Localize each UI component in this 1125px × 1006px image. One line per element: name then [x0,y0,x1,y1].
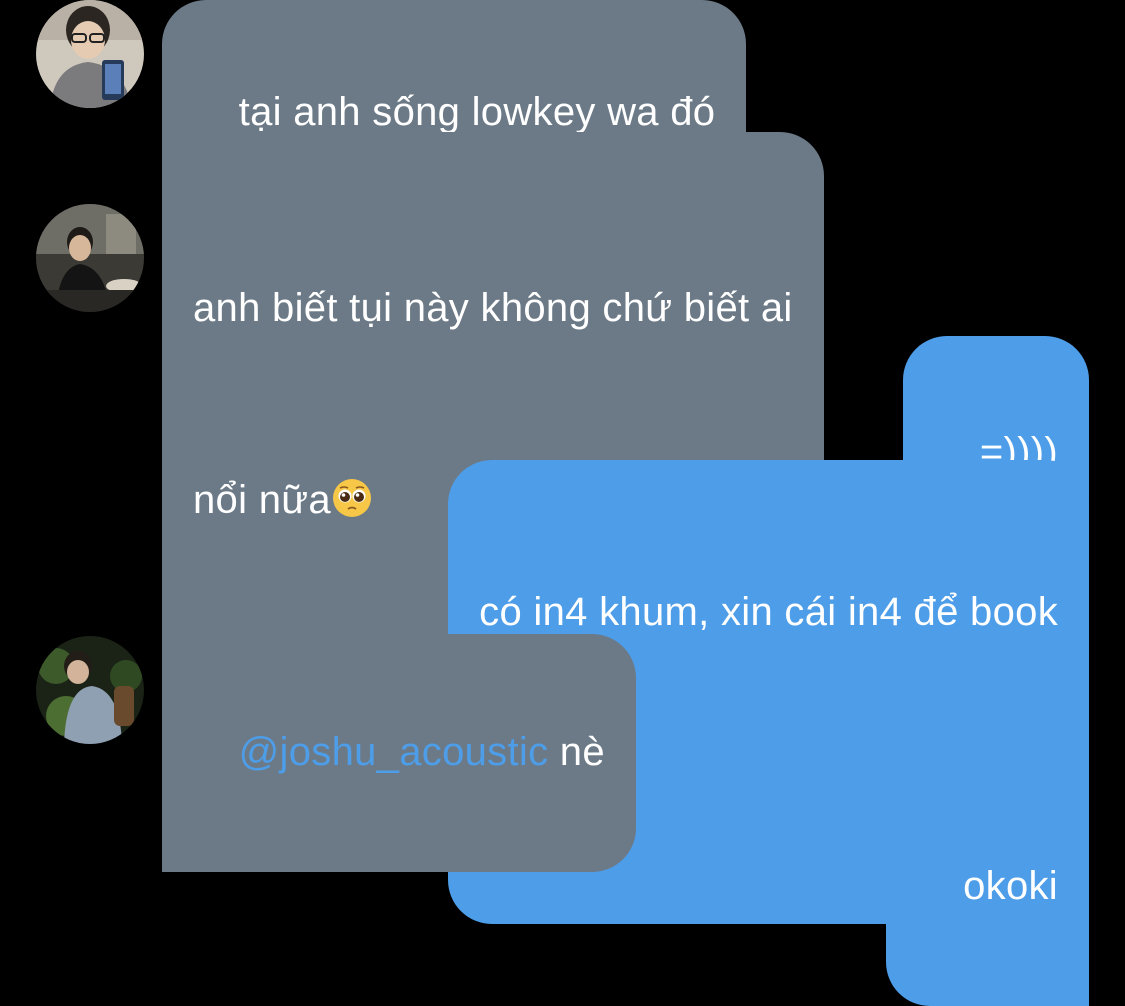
avatar[interactable] [36,0,144,108]
message-text: okoki [963,864,1058,908]
message-text-line: có in4 khum, xin cái in4 để book [479,590,1058,634]
incoming-message[interactable]: @joshu_acoustic nè [162,634,636,872]
avatar[interactable] [36,204,144,312]
message-text-line: anh biết tụi này không chứ biết ai [193,286,793,330]
chat-thread: tại anh sống lowkey wa đó anh biết tụi n… [0,0,1125,1006]
pleading-face-icon [331,477,373,519]
message-text: tại anh sống lowkey wa đó [238,90,716,134]
avatar[interactable] [36,636,144,744]
outgoing-message[interactable]: okoki [886,768,1089,1006]
user-mention-link[interactable]: @joshu_acoustic [239,730,549,774]
message-text: nè [548,730,605,774]
